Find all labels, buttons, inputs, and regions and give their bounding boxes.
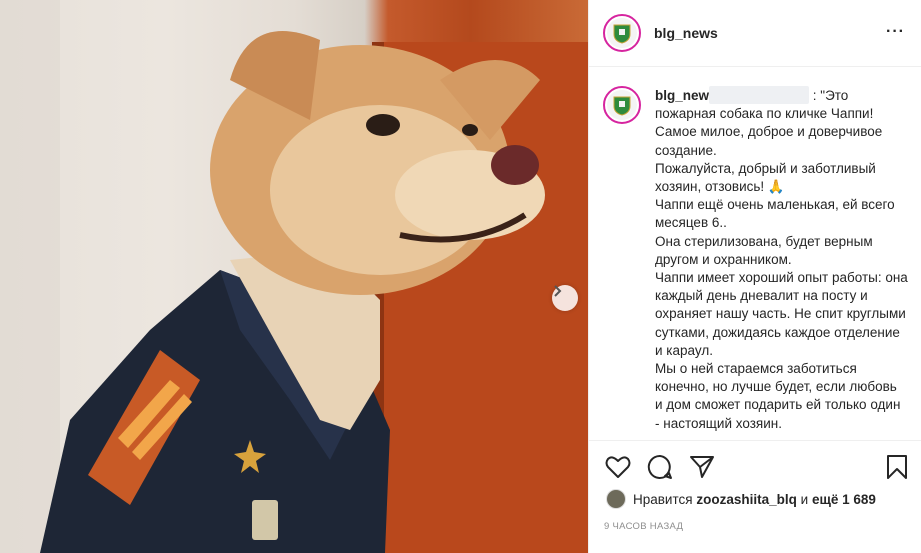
city-crest-icon	[613, 96, 631, 116]
city-crest-icon	[613, 24, 631, 44]
caption-line: Чаппи ещё очень маленькая, ей всего меся…	[655, 197, 899, 231]
bookmark-icon[interactable]	[883, 453, 911, 481]
next-photo-button[interactable]	[552, 285, 578, 311]
comment-icon[interactable]	[646, 453, 674, 481]
likes-prefix: Нравится	[633, 491, 693, 507]
likes-count[interactable]: ещё 1 689	[812, 492, 876, 507]
liker-username[interactable]: zoozashiita_blq	[696, 492, 797, 507]
caption-text: blg_new : "Это пожарная собака по кличке…	[655, 86, 908, 438]
likes-summary: Нравится zoozashiita_blq и ещё 1 689	[606, 489, 876, 509]
share-icon[interactable]	[688, 453, 716, 481]
caption-line: Мы о ней стараемся заботиться конечно, н…	[655, 361, 905, 431]
post-caption: blg_new : "Это пожарная собака по кличке…	[603, 86, 908, 438]
post-header: blg_news ···	[589, 0, 921, 67]
dog-in-uniform-illustration	[0, 0, 588, 553]
heart-icon[interactable]	[604, 453, 632, 481]
more-options-icon[interactable]: ···	[886, 24, 905, 40]
liker-avatar[interactable]	[606, 489, 626, 509]
author-avatar[interactable]	[603, 14, 641, 52]
caption-line: Чаппи имеет хороший опыт работы: она каж…	[655, 270, 908, 358]
caption-line: Она стерилизована, будет верным другом и…	[655, 233, 877, 267]
caption-line: Пожалуйста, добрый и заботливый хозяин, …	[655, 160, 880, 195]
caption-author-avatar[interactable]	[603, 86, 641, 124]
author-username[interactable]: blg_news	[654, 25, 718, 41]
caption-username[interactable]: blg_new	[655, 88, 709, 103]
post-actions: Нравится zoozashiita_blq и ещё 1 689 9 ч…	[588, 440, 921, 553]
likes-middle: и	[800, 491, 809, 507]
post-photo	[0, 0, 588, 553]
post-timestamp[interactable]: 9 часов назад	[604, 521, 683, 532]
redacted-block	[709, 86, 810, 104]
